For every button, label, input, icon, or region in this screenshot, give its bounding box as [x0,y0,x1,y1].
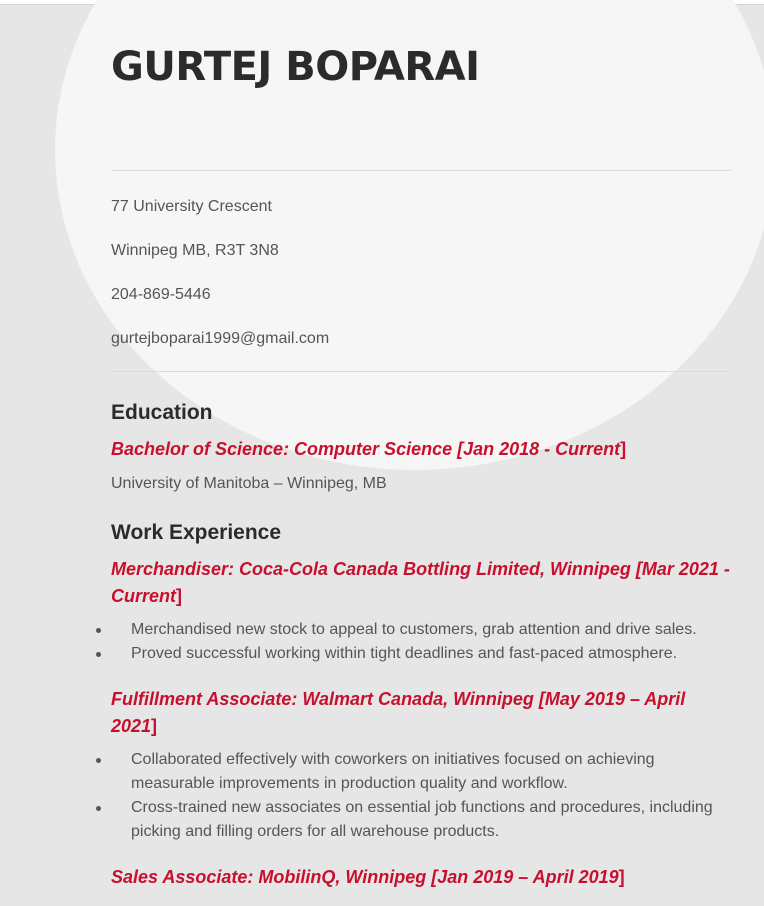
job-title-text: Fulfillment Associate: Walmart Canada, W… [111,689,686,736]
job-bullets-merchandiser: Merchandised new stock to appeal to cust… [96,618,721,666]
job-close-bracket: ] [618,867,625,887]
school-name: University of Manitoba – Winnipeg, MB [111,475,387,492]
degree-title: Bachelor of Science: Computer Science [J… [111,436,736,463]
phone-number: 204-869-5446 [111,286,211,303]
job-bullets-fulfillment-associate: Collaborated effectively with coworkers … [96,748,721,844]
degree-close-bracket: ] [620,439,627,459]
degree-text: Bachelor of Science: Computer Science [J… [111,439,621,459]
list-item: Merchandised new stock to appeal to cust… [96,618,721,642]
job-title-text: Merchandiser: Coca-Cola Canada Bottling … [111,559,730,606]
job-title-sales-associate: Sales Associate: MobilinQ, Winnipeg [Jan… [111,864,736,891]
job-title-fulfillment-associate: Fulfillment Associate: Walmart Canada, W… [111,686,736,740]
list-item: Collaborated effectively with coworkers … [96,748,721,796]
work-experience-heading: Work Experience [111,521,282,544]
email-address: gurtejboparai1999@gmail.com [111,330,330,347]
education-heading: Education [111,401,213,424]
job-title-merchandiser: Merchandiser: Coca-Cola Canada Bottling … [111,556,736,610]
resume-name: GURTEJ BOPARAI [111,44,480,90]
header-divider [111,170,731,171]
job-close-bracket: ] [151,716,158,736]
contact-divider [111,371,731,372]
address-line-2: Winnipeg MB, R3T 3N8 [111,242,279,259]
list-item: Proved successful working within tight d… [96,642,721,666]
list-item: Cross-trained new associates on essentia… [96,796,721,844]
address-line-1: 77 University Crescent [111,198,272,215]
job-title-text: Sales Associate: MobilinQ, Winnipeg [Jan… [111,867,619,887]
job-close-bracket: ] [176,586,183,606]
